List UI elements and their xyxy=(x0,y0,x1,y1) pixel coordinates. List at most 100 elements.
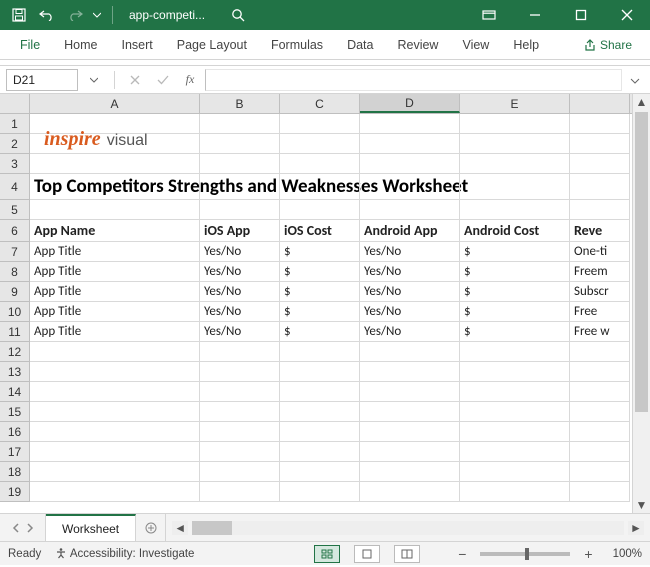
row-header-14[interactable]: 14 xyxy=(0,382,29,402)
row-header-15[interactable]: 15 xyxy=(0,402,29,422)
cell[interactable] xyxy=(280,174,360,200)
zoom-in-icon[interactable]: + xyxy=(584,546,592,562)
tab-help[interactable]: Help xyxy=(501,30,551,59)
cell[interactable] xyxy=(30,422,200,442)
maximize-icon[interactable] xyxy=(558,0,604,30)
cell[interactable] xyxy=(360,362,460,382)
cell[interactable] xyxy=(570,154,630,174)
cell[interactable] xyxy=(280,114,360,134)
cell[interactable] xyxy=(570,174,630,200)
tab-page-layout[interactable]: Page Layout xyxy=(165,30,259,59)
tab-view[interactable]: View xyxy=(450,30,501,59)
tab-insert[interactable]: Insert xyxy=(110,30,165,59)
redo-icon[interactable] xyxy=(62,2,88,28)
cell[interactable] xyxy=(280,134,360,154)
save-icon[interactable] xyxy=(6,2,32,28)
scroll-down-icon[interactable]: ▼ xyxy=(633,497,650,513)
row-header-7[interactable]: 7 xyxy=(0,242,29,262)
cell[interactable]: Yes/No xyxy=(200,242,280,262)
cell[interactable] xyxy=(460,402,570,422)
cell[interactable] xyxy=(200,174,280,200)
cell[interactable]: Yes/No xyxy=(360,322,460,342)
cell[interactable]: Subscr xyxy=(570,282,630,302)
cell[interactable] xyxy=(280,342,360,362)
formula-expand-icon[interactable] xyxy=(626,75,644,85)
cell[interactable] xyxy=(570,362,630,382)
cell[interactable] xyxy=(280,382,360,402)
cell[interactable] xyxy=(200,442,280,462)
sheet-nav[interactable] xyxy=(0,514,46,541)
cell[interactable] xyxy=(200,154,280,174)
cell[interactable]: Yes/No xyxy=(360,262,460,282)
cell[interactable] xyxy=(30,482,200,502)
cell[interactable] xyxy=(460,342,570,362)
cell[interactable] xyxy=(570,422,630,442)
col-header-d[interactable]: D xyxy=(360,94,460,113)
cell[interactable] xyxy=(570,200,630,220)
hscroll-thumb[interactable] xyxy=(192,521,232,535)
cell[interactable] xyxy=(360,134,460,154)
cell[interactable] xyxy=(460,154,570,174)
cell[interactable] xyxy=(200,422,280,442)
cell[interactable]: $ xyxy=(280,302,360,322)
cell[interactable]: Reve xyxy=(570,220,630,242)
cell[interactable] xyxy=(30,402,200,422)
tab-formulas[interactable]: Formulas xyxy=(259,30,335,59)
cell[interactable]: App Title xyxy=(30,322,200,342)
row-header-18[interactable]: 18 xyxy=(0,462,29,482)
cell[interactable]: $ xyxy=(280,282,360,302)
col-header-f[interactable] xyxy=(570,94,630,113)
hscroll-track[interactable] xyxy=(192,521,624,535)
cell[interactable] xyxy=(570,134,630,154)
col-header-a[interactable]: A xyxy=(30,94,200,113)
zoom-slider[interactable] xyxy=(480,552,570,556)
name-box-dropdown-icon[interactable] xyxy=(82,69,106,91)
cell[interactable] xyxy=(360,442,460,462)
horizontal-scrollbar[interactable]: ◄ ► xyxy=(166,514,650,541)
scroll-left-icon[interactable]: ◄ xyxy=(172,521,188,535)
row-header-19[interactable]: 19 xyxy=(0,482,29,502)
zoom-level[interactable]: 100% xyxy=(613,548,642,560)
cell[interactable]: Top Competitors Strengths and Weaknesses… xyxy=(30,174,200,200)
cell[interactable] xyxy=(200,482,280,502)
cell[interactable]: Yes/No xyxy=(200,262,280,282)
row-header-2[interactable]: 2 xyxy=(0,134,29,154)
cell[interactable]: App Title xyxy=(30,302,200,322)
cell[interactable]: $ xyxy=(280,262,360,282)
cell[interactable] xyxy=(460,134,570,154)
cell[interactable] xyxy=(280,362,360,382)
cell[interactable]: Yes/No xyxy=(200,302,280,322)
tab-file[interactable]: File xyxy=(8,30,52,59)
cell[interactable]: Freem xyxy=(570,262,630,282)
row-header-13[interactable]: 13 xyxy=(0,362,29,382)
col-header-c[interactable]: C xyxy=(280,94,360,113)
cell[interactable] xyxy=(360,114,460,134)
cell[interactable]: $ xyxy=(280,242,360,262)
cell[interactable] xyxy=(200,402,280,422)
name-box[interactable]: D21 xyxy=(6,69,78,91)
share-button[interactable]: Share xyxy=(574,30,642,59)
ribbon-options-icon[interactable] xyxy=(466,0,512,30)
cell[interactable] xyxy=(570,402,630,422)
cell[interactable] xyxy=(460,362,570,382)
col-header-b[interactable]: B xyxy=(200,94,280,113)
cell[interactable] xyxy=(460,114,570,134)
cell[interactable] xyxy=(570,482,630,502)
cell[interactable] xyxy=(570,462,630,482)
cell[interactable]: Android App xyxy=(360,220,460,242)
cell[interactable] xyxy=(360,382,460,402)
scroll-right-icon[interactable]: ► xyxy=(628,521,644,535)
zoom-knob[interactable] xyxy=(525,548,529,560)
cell[interactable] xyxy=(200,342,280,362)
row-header-1[interactable]: 1 xyxy=(0,114,29,134)
cell[interactable] xyxy=(360,200,460,220)
row-header-4[interactable]: 4 xyxy=(0,174,29,200)
cell[interactable]: Yes/No xyxy=(200,282,280,302)
cell[interactable]: App Title xyxy=(30,282,200,302)
cell[interactable]: $ xyxy=(460,282,570,302)
cell[interactable]: $ xyxy=(460,242,570,262)
cell[interactable]: iOS Cost xyxy=(280,220,360,242)
minimize-icon[interactable] xyxy=(512,0,558,30)
cell[interactable] xyxy=(200,134,280,154)
cell[interactable]: Free w xyxy=(570,322,630,342)
